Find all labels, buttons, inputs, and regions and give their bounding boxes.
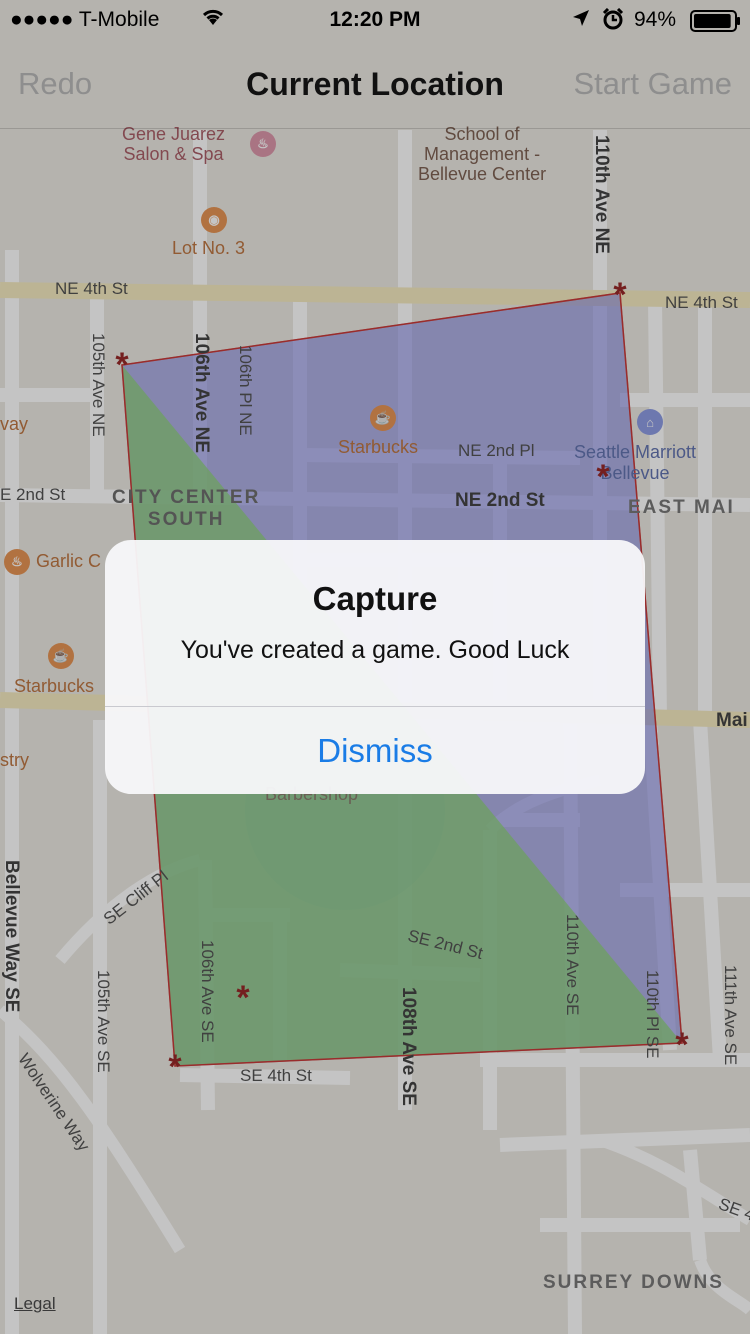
alert-dialog: Capture You've created a game. Good Luck… [105,540,645,794]
battery-icon [690,10,742,38]
status-bar: ●●●●● T-Mobile 12:20 PM 94% [0,0,750,40]
location-arrow-icon [572,9,590,33]
dismiss-button[interactable]: Dismiss [105,707,645,794]
app-screen: ♨ ◉ ☕ ⌂ ♨ ☕ Gene Juarez Salon & Spa Scho… [0,0,750,1334]
battery-percent: 94% [634,8,677,31]
alert-message: You've created a game. Good Luck [180,636,570,664]
alarm-icon [602,7,624,36]
navigation-bar: Redo Current Location Start Game [0,40,750,129]
alert-title: Capture [312,580,438,617]
start-game-button[interactable]: Start Game [574,66,733,102]
